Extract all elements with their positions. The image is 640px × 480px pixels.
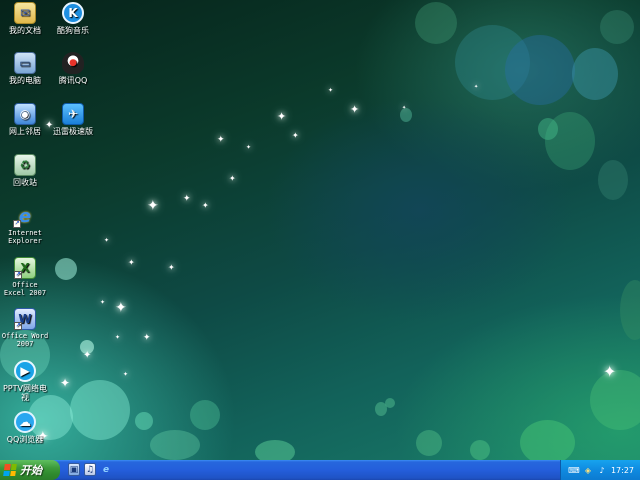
desktop-icon-my-documents[interactable]: ✉ 我的文档 <box>0 2 50 35</box>
desktop-icon-label: Internet Explorer <box>8 229 42 245</box>
desktop-icon-xunlei[interactable]: ✈ 迅雷极速版 <box>48 103 98 136</box>
desktop-background: ✦ ✦ ✦ ✦ ✦ ✦ ✦ ✦ ✦ ✦ ✦ ✦ ✦ ✦ ✦ ✦ ✦ ✦ ✦ ✦ … <box>0 0 640 460</box>
sparkle: ✦ <box>83 350 92 361</box>
shortcut-arrow-icon: ↗ <box>14 322 22 330</box>
volume-icon[interactable]: ♪ <box>597 465 607 475</box>
bokeh-circle <box>415 2 457 44</box>
desktop-icon-pptv[interactable]: ▶ PPTV网络电视 <box>0 360 50 402</box>
bokeh-circle <box>190 400 220 430</box>
desktop-icon-qq-browser[interactable]: ☁ QQ浏览器 <box>0 411 50 444</box>
pptv-icon: ▶ <box>14 360 36 382</box>
kugou-music-icon: K <box>62 2 84 24</box>
ie-quicklaunch-icon[interactable]: e <box>100 463 112 476</box>
desktop-icon-internet-explorer[interactable]: e ↗ Internet Explorer <box>0 205 50 245</box>
sparkle: ✦ <box>147 198 159 214</box>
internet-explorer-icon: e ↗ <box>13 205 32 228</box>
desktop-icon-label: QQ浏览器 <box>6 435 44 444</box>
sparkle: ✦ <box>350 103 360 116</box>
word-icon: W ↗ <box>14 308 36 330</box>
qq-browser-icon: ☁ <box>14 411 36 433</box>
sparkle: ✦ <box>603 362 617 381</box>
shortcut-arrow-icon: ↗ <box>14 271 22 279</box>
desktop-icon-label: 酷狗音乐 <box>57 26 89 35</box>
bokeh-circle <box>135 412 153 430</box>
bokeh-circle <box>505 35 575 105</box>
bokeh-circle <box>470 440 490 460</box>
sparkle: ✦ <box>217 135 225 145</box>
bokeh-circle <box>598 160 628 200</box>
taskbar: 开始 ▣ ♫ e ‹ ⌨ ◈ ♪ 17:27 <box>0 460 640 480</box>
desktop-icon-label: 迅雷极速版 <box>53 127 93 136</box>
bokeh-circle <box>572 48 618 100</box>
sparkle: ✦ <box>402 105 407 111</box>
desktop-icon-qq[interactable]: ● 腾讯QQ <box>48 52 98 85</box>
desktop-icon-recycle-bin[interactable]: ♻ 回收站 <box>0 154 50 187</box>
computer-icon: ▭ <box>14 52 36 74</box>
desktop-icon-kugou-music[interactable]: K 酷狗音乐 <box>48 2 98 35</box>
excel-icon: X ↗ <box>14 257 36 279</box>
windows-logo-icon <box>3 464 17 476</box>
desktop-icon-office-excel[interactable]: X ↗ Office Excel 2007 <box>0 257 50 297</box>
sparkle: ✦ <box>123 371 129 378</box>
desktop-icon-label: 腾讯QQ <box>58 76 88 85</box>
desktop-icon-my-computer[interactable]: ▭ 我的电脑 <box>0 52 50 85</box>
sparkle: ✦ <box>168 263 175 272</box>
sparkle: ✦ <box>115 300 127 316</box>
bokeh-circle <box>416 430 442 456</box>
bokeh-circle <box>150 430 200 460</box>
sparkle: ✦ <box>104 237 110 244</box>
qq-penguin-icon: ● <box>62 52 84 74</box>
sparkle: ✦ <box>60 376 71 390</box>
bokeh-circle <box>600 10 634 44</box>
network-places-icon: ◉ <box>14 103 36 125</box>
shortcut-arrow-icon: ↗ <box>13 220 21 228</box>
media-player-icon[interactable]: ♫ <box>84 463 96 476</box>
sparkle: ✦ <box>183 194 191 204</box>
desktop-icon-label: 网上邻居 <box>9 127 41 136</box>
desktop-icon-label: 回收站 <box>13 178 37 187</box>
bokeh-circle <box>55 258 77 280</box>
bokeh-circle <box>255 440 295 460</box>
keyboard-icon[interactable]: ⌨ <box>568 465 580 475</box>
sparkle: ✦ <box>229 174 236 183</box>
desktop-icon-label: Office Excel 2007 <box>3 281 47 297</box>
desktop-icon-network-places[interactable]: ◉ 网上邻居 <box>0 103 50 136</box>
sparkle: ✦ <box>246 144 252 151</box>
bokeh-circle <box>385 398 395 408</box>
bokeh-circle <box>70 380 130 440</box>
start-button-label: 开始 <box>20 464 42 477</box>
start-button[interactable]: 开始 <box>0 460 60 480</box>
tray-clock[interactable]: 17:27 <box>611 466 634 475</box>
desktop-icon-label: 我的文档 <box>9 26 41 35</box>
bokeh-circle <box>520 420 575 460</box>
bokeh-circle <box>620 280 640 340</box>
system-tray: ⌨ ◈ ♪ 17:27 <box>560 460 640 480</box>
sparkle: ✦ <box>474 84 479 90</box>
bokeh-circle <box>538 118 558 140</box>
sparkle: ✦ <box>202 201 209 210</box>
sparkle: ✦ <box>292 131 299 140</box>
sparkle: ✦ <box>128 258 135 267</box>
sparkle: ✦ <box>143 333 151 343</box>
xunlei-bird-icon: ✈ <box>62 103 84 125</box>
sparkle: ✦ <box>115 334 121 341</box>
sparkle: ✦ <box>100 299 106 306</box>
sparkle: ✦ <box>277 110 287 123</box>
security-shield-icon[interactable]: ◈ <box>583 465 593 475</box>
show-desktop-icon[interactable]: ▣ <box>68 463 80 476</box>
recycle-bin-icon: ♻ <box>14 154 36 176</box>
desktop-icon-label: Office Word 2007 <box>1 332 49 348</box>
desktop-icon-office-word[interactable]: W ↗ Office Word 2007 <box>0 308 50 348</box>
desktop-icon-label: PPTV网络电视 <box>2 384 47 402</box>
desktop-icon-label: 我的电脑 <box>9 76 41 85</box>
sparkle: ✦ <box>328 87 334 94</box>
documents-folder-icon: ✉ <box>14 2 36 24</box>
